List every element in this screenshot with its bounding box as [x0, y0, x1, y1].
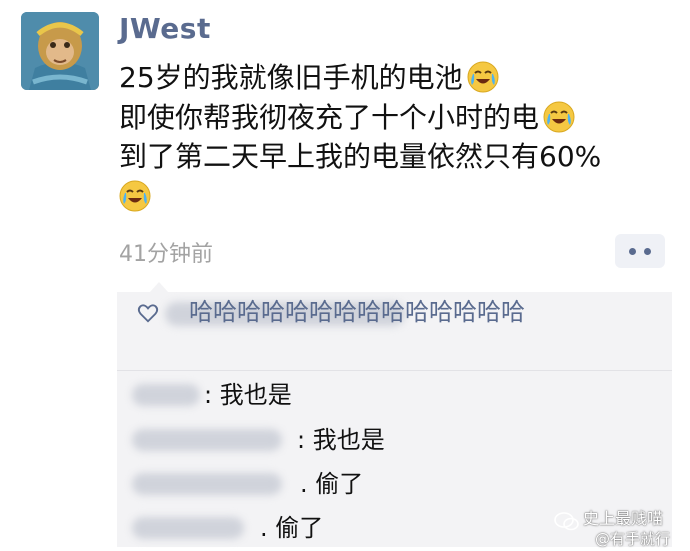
- post-timestamp: 41分钟前: [119, 242, 213, 267]
- avatar[interactable]: [21, 12, 99, 90]
- comment-text: . 偷了: [260, 514, 324, 542]
- likes-text[interactable]: 哈哈哈哈哈哈哈哈哈哈哈哈哈哈: [134, 296, 674, 328]
- wechat-logo-icon: [554, 512, 579, 531]
- more-dot-icon: [629, 248, 636, 255]
- post-line-text: 25岁的我就像旧手机的电池: [119, 61, 463, 94]
- blurred-commenter-name: [132, 517, 244, 539]
- watermark: 史上最贱喵 @有手就行: [550, 510, 690, 550]
- post-line-text: 到了第二天早上我的电量依然只有60%: [119, 140, 602, 173]
- more-dot-icon: [644, 248, 651, 255]
- avatar-image: [21, 12, 99, 90]
- comments-caret: [150, 282, 168, 292]
- crying-laughing-face-icon: [467, 61, 499, 93]
- comment-text: . 偷了: [300, 470, 364, 498]
- comment-text: : 我也是: [204, 381, 292, 409]
- post-text: 25岁的我就像旧手机的电池 即使你帮我彻夜充了十个小时的电 到了第二天早上我的电…: [119, 58, 679, 216]
- post-line-text: 即使你帮我彻夜充了十个小时的电: [119, 100, 540, 134]
- more-actions-button[interactable]: [615, 234, 665, 268]
- crying-laughing-face-icon: [543, 101, 575, 132]
- likes-row: 哈哈哈哈哈哈哈哈哈哈哈哈哈哈: [117, 292, 672, 371]
- crying-laughing-face-icon: [119, 180, 151, 211]
- watermark-line1: 史上最贱喵: [583, 509, 664, 528]
- post-line: 25岁的我就像旧手机的电池: [119, 58, 679, 98]
- post-line: [119, 177, 679, 217]
- author-name[interactable]: JWest: [119, 12, 211, 45]
- post-line: 即使你帮我彻夜充了十个小时的电: [119, 98, 679, 138]
- blurred-commenter-name: [132, 429, 282, 451]
- blurred-commenter-name: [132, 473, 282, 495]
- post-line: 到了第二天早上我的电量依然只有60%: [119, 137, 679, 177]
- blurred-commenter-name: [132, 384, 200, 406]
- comment-text: : 我也是: [297, 426, 385, 454]
- watermark-line2: @有手就行: [595, 530, 671, 548]
